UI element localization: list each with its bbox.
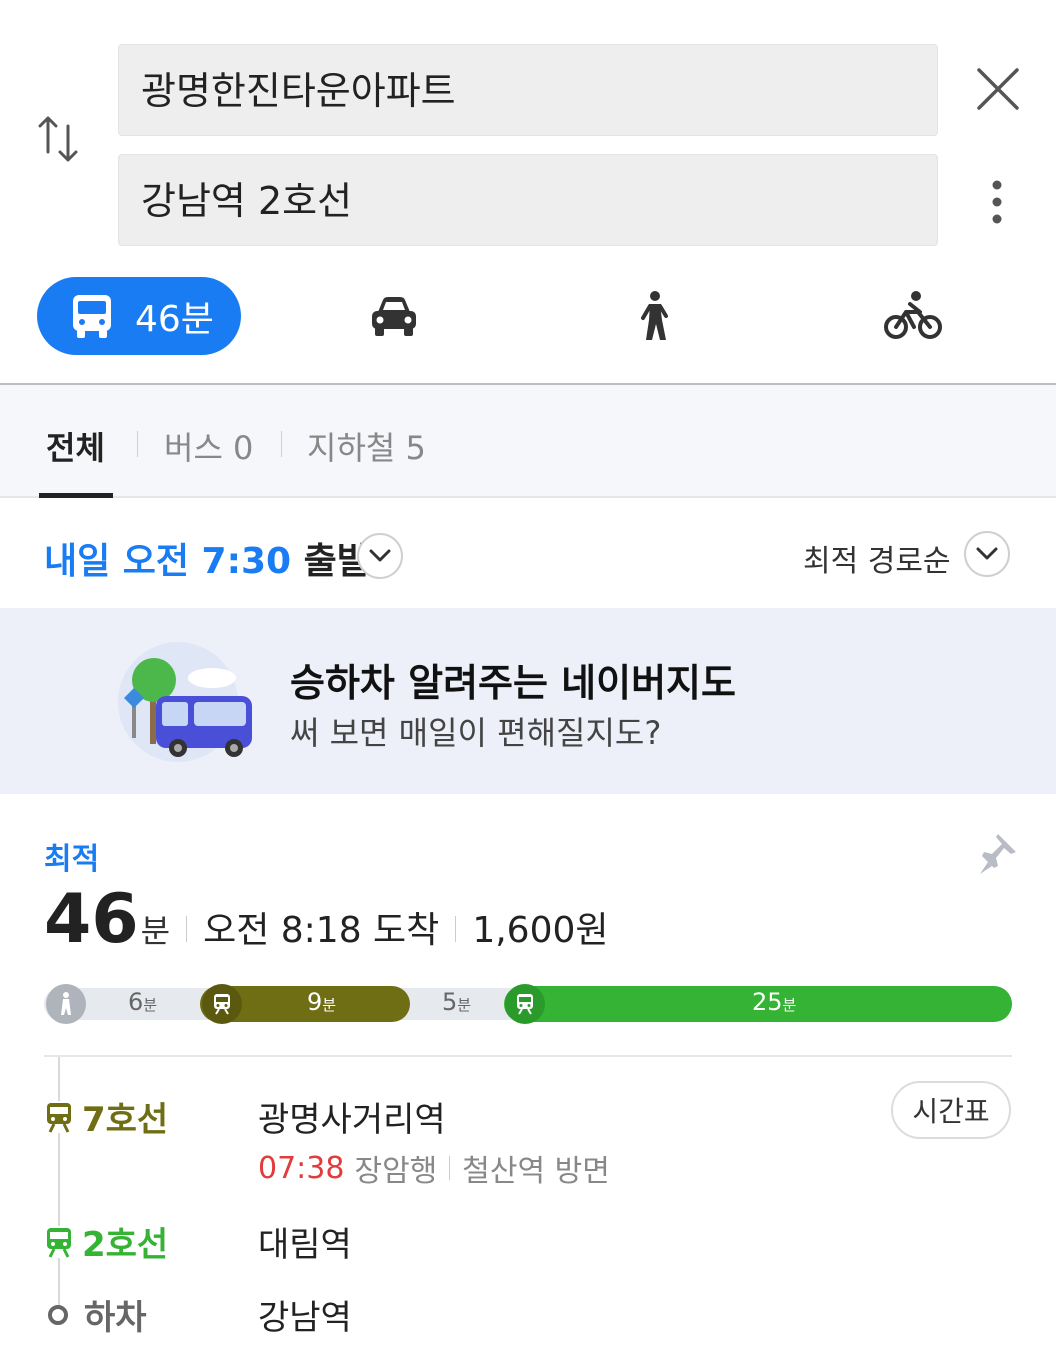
active-tab-indicator: [39, 493, 113, 498]
search-header: 광명한진타운아파트 강남역 2호선: [0, 0, 1056, 270]
chevron-down-icon: [369, 549, 391, 562]
step-line7-detail: 07:38 장암행 철산역 방면: [258, 1146, 610, 1190]
step-alight-label: 하차: [44, 1290, 147, 1339]
banner-title: 승하차 알려주는 네이버지도: [290, 661, 736, 705]
route-summary: 46 분 오전 8:18 도착 1,600원: [44, 880, 609, 959]
departure-time: 내일 오전 7:30: [44, 541, 292, 582]
tab-separator: [281, 431, 282, 457]
tab-subway[interactable]: 지하철 5: [307, 423, 426, 469]
transit-duration-label: 46분: [135, 299, 214, 340]
timeline-walk-duration: 6분: [128, 988, 158, 1016]
timetable-button[interactable]: 시간표: [891, 1081, 1011, 1139]
chevron-down-icon: [976, 547, 998, 560]
timeline-line2-duration: 25분: [752, 988, 797, 1016]
departure-dropdown-button[interactable]: [357, 533, 403, 579]
duration-value: 46: [44, 880, 139, 959]
origin-input[interactable]: 광명한진타운아파트: [118, 44, 938, 136]
departure-time-selector[interactable]: 내일 오전 7:30 출발: [44, 532, 370, 584]
sort-order-label[interactable]: 최적 경로순: [803, 536, 951, 580]
close-icon[interactable]: [976, 67, 1020, 111]
bus-illustration-icon: [118, 642, 252, 762]
travel-mode-tabs: 46분: [0, 270, 1056, 384]
duration-unit: 분: [140, 912, 171, 950]
next-train-time: 07:38: [258, 1150, 345, 1186]
promo-banner[interactable]: 승하차 알려주는 네이버지도 써 보면 매일이 편해질지도?: [0, 608, 1056, 794]
summary-separator: [186, 916, 188, 942]
step-line7-station[interactable]: 광명사거리역: [258, 1092, 446, 1141]
arrival-time: 오전 8:18 도착: [203, 910, 440, 951]
subway-icon: [44, 1100, 74, 1133]
walk-node: [46, 984, 86, 1024]
subway-icon: [44, 1225, 74, 1258]
timeline-line7-duration: 9분: [307, 988, 337, 1016]
sort-dropdown-button[interactable]: [964, 531, 1010, 577]
step-line7-label: 7호선: [44, 1092, 168, 1141]
more-options-icon[interactable]: [984, 180, 1010, 226]
timeline-transfer-walk-duration: 5분: [442, 988, 472, 1016]
alight-dot-icon: [48, 1304, 68, 1325]
tab-all[interactable]: 전체: [46, 423, 105, 469]
bus-icon: [73, 295, 111, 338]
detail-separator: [449, 1156, 451, 1180]
swap-direction-icon[interactable]: [34, 112, 84, 166]
walk-icon[interactable]: [638, 290, 670, 342]
train-direction: 장암행: [354, 1154, 438, 1189]
subway-icon: [517, 994, 533, 1015]
mode-transit-button[interactable]: 46분: [37, 277, 241, 355]
tab-separator: [137, 431, 138, 457]
line7-node: [202, 984, 242, 1024]
step-line2-station[interactable]: 대림역: [258, 1217, 352, 1266]
best-route-badge: 최적: [44, 842, 100, 877]
step-alight-station[interactable]: 강남역: [258, 1290, 352, 1339]
banner-subtitle: 써 보면 매일이 편해질지도?: [290, 714, 662, 752]
train-bound: 철산역 방면: [462, 1154, 610, 1189]
subway-icon: [214, 994, 230, 1015]
summary-separator: [455, 916, 457, 942]
walk-icon: [61, 992, 71, 1015]
route-timeline[interactable]: 6분 9분 5분 25분: [44, 984, 1012, 1024]
departure-options: 내일 오전 7:30 출발 최적 경로순: [0, 500, 1056, 608]
fare: 1,600원: [472, 910, 609, 951]
step-line2-label: 2호선: [44, 1217, 168, 1266]
destination-input[interactable]: 강남역 2호선: [118, 154, 938, 246]
bicycle-icon[interactable]: [884, 290, 942, 340]
alight-text: 하차: [84, 1298, 147, 1338]
line2-name: 2호선: [82, 1225, 169, 1265]
line7-name: 7호선: [82, 1100, 169, 1140]
card-divider: [44, 1055, 1012, 1057]
route-filter-tabs: 전체 버스 0 지하철 5: [0, 385, 1056, 498]
line2-node: [505, 984, 545, 1024]
tab-bus[interactable]: 버스 0: [164, 423, 253, 469]
car-icon[interactable]: [370, 294, 418, 338]
pin-icon[interactable]: [978, 832, 1018, 876]
